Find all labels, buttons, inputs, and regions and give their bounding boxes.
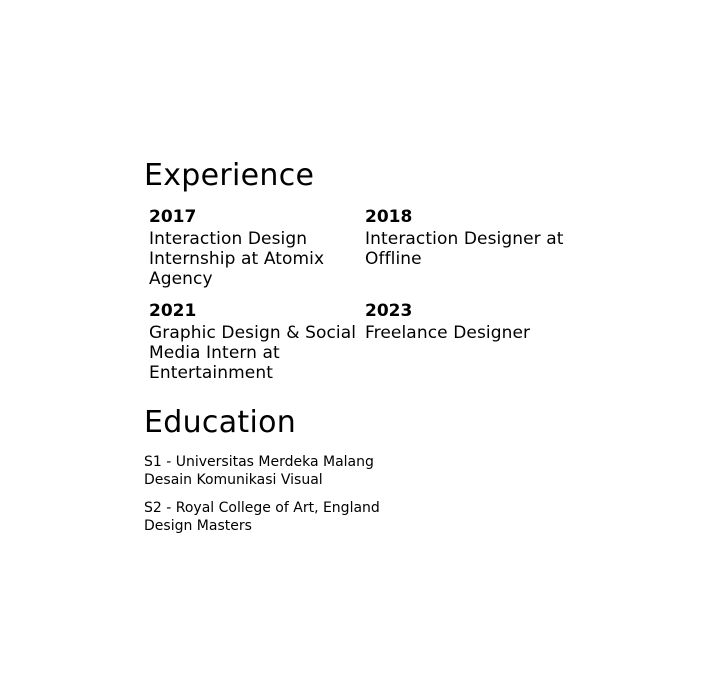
education-item: S1 - Universitas Merdeka Malang Desain K…: [144, 453, 444, 489]
education-heading: Education: [144, 405, 297, 440]
education-degree: S2 - Royal College of Art, England: [144, 500, 380, 516]
experience-item: 2021 Graphic Design & Social Media Inter…: [149, 300, 359, 383]
experience-item: 2018 Interaction Designer at Offline: [365, 206, 575, 269]
experience-year: 2023: [365, 301, 413, 321]
experience-role: Interaction Designer at Offline: [365, 229, 564, 269]
experience-heading: Experience: [144, 158, 315, 193]
education-program: Design Masters: [144, 518, 252, 534]
education-degree: S1 - Universitas Merdeka Malang: [144, 454, 374, 470]
experience-year: 2017: [149, 207, 197, 227]
experience-item: 2023 Freelance Designer: [365, 300, 575, 343]
experience-year: 2018: [365, 207, 413, 227]
experience-role: Graphic Design & Social Media Intern at …: [149, 323, 357, 383]
education-program: Desain Komunikasi Visual: [144, 472, 323, 488]
experience-item: 2017 Interaction Design Internship at At…: [149, 206, 359, 289]
experience-role: Interaction Design Internship at Atomix …: [149, 229, 325, 289]
experience-role: Freelance Designer: [365, 323, 531, 343]
education-item: S2 - Royal College of Art, England Desig…: [144, 499, 444, 535]
experience-year: 2021: [149, 301, 197, 321]
